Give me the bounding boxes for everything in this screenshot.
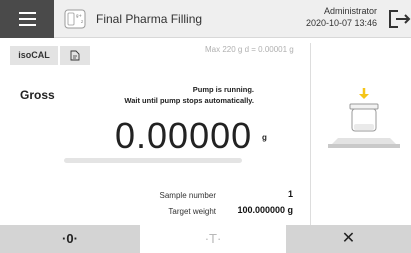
header-bar: g+ z Final Pharma Filling Administrator … [0, 0, 411, 38]
weight-unit: g [262, 133, 267, 142]
app-title: Final Pharma Filling [96, 12, 203, 26]
svg-text:z: z [81, 19, 83, 24]
capacity-readout: Max 220 g d = 0.00001 g [205, 45, 294, 54]
close-button[interactable]: ✕ [286, 225, 411, 253]
sample-number-value: 1 [287, 189, 293, 199]
zero-button[interactable]: ·0· [0, 225, 140, 253]
user-info: Administrator 2020-10-07 13:46 [306, 5, 377, 29]
logout-icon[interactable] [385, 7, 411, 31]
balance-container-icon [328, 88, 400, 148]
svg-text:g+: g+ [76, 13, 82, 18]
fill-progress-bar [64, 158, 242, 163]
footer-bar: ·0· ·T· ✕ [0, 225, 411, 253]
tare-button[interactable]: ·T· [140, 225, 286, 253]
hamburger-icon-line [19, 24, 36, 26]
weight-mode-label: Gross [20, 88, 55, 102]
status-line-1: Pump is running. [192, 85, 254, 94]
panel-divider [310, 43, 311, 225]
status-line-2: Wait until pump stops automatically. [124, 96, 254, 105]
document-button[interactable] [60, 46, 90, 65]
date-time: 2020-10-07 13:46 [305, 18, 377, 28]
target-weight-value: 100.000000 g [237, 205, 293, 215]
sample-number-label: Sample number [159, 191, 216, 200]
target-weight-label: Target weight [168, 207, 216, 216]
hamburger-icon [19, 12, 36, 14]
status-message: Pump is running. Wait until pump stops a… [100, 84, 254, 106]
user-name: Administrator [323, 6, 377, 16]
weight-display: 0.00000 [115, 115, 253, 156]
menu-button[interactable] [0, 0, 54, 38]
balance-device-icon: g+ z [64, 9, 86, 29]
hamburger-icon-line [19, 18, 36, 20]
document-icon [70, 50, 80, 61]
isocal-button[interactable]: isoCAL [10, 46, 58, 65]
